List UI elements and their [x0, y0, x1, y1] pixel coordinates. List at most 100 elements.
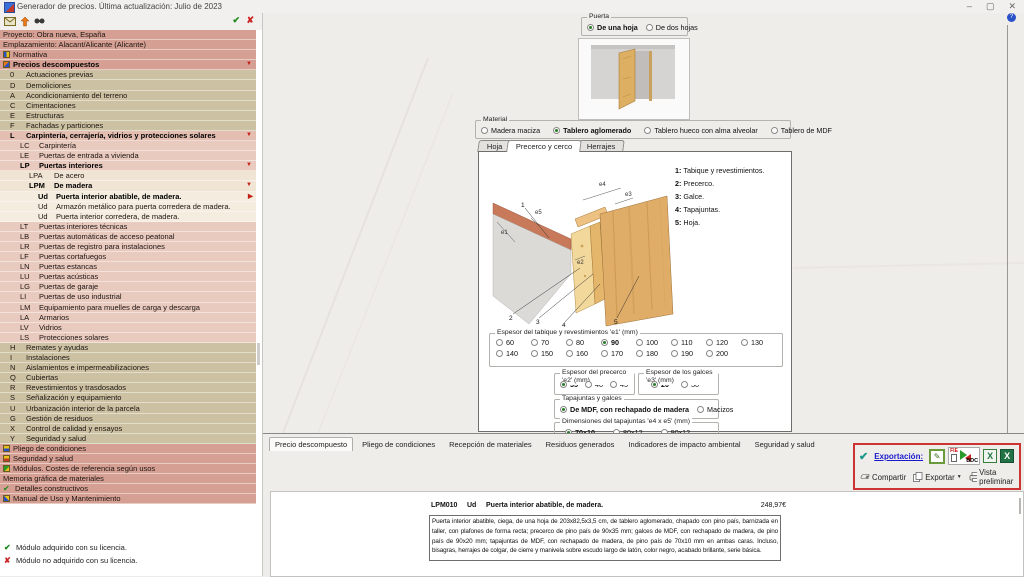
sidebar-item-instalaciones[interactable]: IInstalaciones — [0, 353, 256, 363]
sidebar-item-puertas-de-entrada-a-vivienda[interactable]: LEPuertas de entrada a vivienda — [0, 151, 256, 161]
radio-160[interactable]: 160 — [566, 349, 601, 358]
sidebar-item-proyecto-obra-nueva-espa-a[interactable]: Proyecto: Obra nueva, España — [0, 30, 256, 40]
radio-180[interactable]: 180 — [636, 349, 671, 358]
radio-170[interactable]: 170 — [601, 349, 636, 358]
radio-100[interactable]: 100 — [636, 338, 671, 347]
sidebar-item-puertas-interiores[interactable]: LPPuertas interiores▼ — [0, 161, 256, 171]
share-button[interactable]: Compartir — [859, 472, 906, 482]
sidebar-item-normativa[interactable]: Normativa — [0, 50, 256, 60]
import-icon[interactable] — [20, 17, 30, 27]
radio-de-una-hoja[interactable]: De una hoja — [587, 23, 638, 32]
tab-recepci-n-de-materiales[interactable]: Recepción de materiales — [444, 438, 537, 451]
radio-tablero-hueco-con-alma-alveolar[interactable]: Tablero hueco con alma alveolar — [644, 126, 757, 135]
help-icon[interactable]: ? — [1007, 13, 1016, 22]
tab-indicadores-de-impacto-ambiental[interactable]: Indicadores de impacto ambiental — [623, 438, 745, 451]
tab-residuos-generados[interactable]: Residuos generados — [541, 438, 620, 451]
exportacion-link[interactable]: Exportación: — [874, 452, 923, 461]
radio-130[interactable]: 130 — [741, 338, 776, 347]
sidebar-item-urbanizaci-n-interior-de-la-parc[interactable]: UUrbanización interior de la parcela — [0, 403, 256, 413]
sidebar-item-estructuras[interactable]: EEstructuras — [0, 111, 256, 121]
maximize-button[interactable]: ▢ — [986, 1, 995, 12]
sidebar-item-remates-y-ayudas[interactable]: HRemates y ayudas — [0, 343, 256, 353]
export-button[interactable]: Exportar▼ — [913, 472, 961, 482]
radio-150[interactable]: 150 — [531, 349, 566, 358]
radio-de-mdf-con-rechapado-de-madera[interactable]: De MDF, con rechapado de madera — [560, 405, 689, 414]
search-icon[interactable] — [34, 17, 45, 26]
sidebar-item-demoliciones[interactable]: DDemoliciones — [0, 80, 256, 90]
sidebar-item-acondicionamiento-del-terreno[interactable]: AAcondicionamiento del terreno — [0, 91, 256, 101]
radio-label: 100 — [646, 338, 658, 347]
item-label: Estructuras — [26, 111, 256, 120]
sidebar-item-puertas-de-registro-para-instala[interactable]: LRPuertas de registro para instalaciones — [0, 242, 256, 252]
sidebar-item-seguridad-y-salud[interactable]: YSeguridad y salud — [0, 434, 256, 444]
radio-70[interactable]: 70 — [531, 338, 566, 347]
mail-icon[interactable] — [4, 17, 16, 26]
radio-label: 80 — [576, 338, 584, 347]
fiebdc-export-icon[interactable]: FIE BDC — [948, 447, 980, 465]
sidebar-item-vidrios[interactable]: LVVidrios — [0, 323, 256, 333]
excel-export-icon[interactable]: X — [983, 449, 997, 463]
print-preview-button[interactable]: Vista preliminar — [969, 468, 1017, 486]
sidebar-item-detalles-constructivos[interactable]: ✔Detalles constructivos — [0, 484, 256, 494]
radio-110[interactable]: 110 — [671, 338, 706, 347]
sidebar-item-puertas-interiores-t-cnicas[interactable]: LTPuertas interiores técnicas — [0, 222, 256, 232]
sidebar-item-armaz-n-met-lico-para-puerta-cor[interactable]: UdArmazón metálico para puerta corredera… — [0, 202, 256, 212]
radio-label: 200 — [716, 349, 728, 358]
sidebar-item-puerta-interior-abatible-de-made[interactable]: UdPuerta interior abatible, de madera.▶ — [0, 192, 256, 202]
sidebar-item-armarios[interactable]: LAArmarios — [0, 313, 256, 323]
sidebar-item-puertas-autom-ticas-de-acceso-pe[interactable]: LBPuertas automáticas de acceso peatonal — [0, 232, 256, 242]
tab-precerco-y-cerco[interactable]: Precerco y cerco — [507, 140, 583, 152]
sidebar-item-protecciones-solares[interactable]: LSProtecciones solares — [0, 333, 256, 343]
radio-de-dos-hojas[interactable]: De dos hojas — [646, 23, 698, 32]
sidebar-item-cimentaciones[interactable]: CCimentaciones — [0, 101, 256, 111]
sidebar-item-control-de-calidad-y-ensayos[interactable]: XControl de calidad y ensayos — [0, 424, 256, 434]
close-button[interactable]: ✕ — [1008, 1, 1016, 12]
radio-tablero-de-mdf[interactable]: Tablero de MDF — [771, 126, 832, 135]
sidebar-item-aislamientos-e-impermeabilizacio[interactable]: NAislamientos e impermeabilizaciones — [0, 363, 256, 373]
document-scrollbar[interactable] — [1019, 498, 1021, 514]
tab-seguridad-y-salud[interactable]: Seguridad y salud — [750, 438, 820, 451]
sidebar-item-memoria-gr-fica-de-materiales[interactable]: Memoria gráfica de materiales — [0, 474, 256, 484]
sidebar-item-de-acero[interactable]: LPADe acero — [0, 171, 256, 181]
excel-file-icon[interactable]: X — [1000, 449, 1014, 463]
tab-pliego-de-condiciones[interactable]: Pliego de condiciones — [357, 438, 440, 451]
sidebar-item-puertas-de-uso-industrial[interactable]: LIPuertas de uso industrial — [0, 292, 256, 302]
sidebar-item-cubiertas[interactable]: QCubiertas — [0, 373, 256, 383]
sidebar-item-puertas-de-garaje[interactable]: LGPuertas de garaje — [0, 282, 256, 292]
radio-tablero-aglomerado[interactable]: Tablero aglomerado — [553, 126, 631, 135]
accept-icon[interactable]: ✔ — [232, 15, 240, 26]
sidebar-item-puertas-estancas[interactable]: LNPuertas estancas — [0, 262, 256, 272]
sidebar-item-fachadas-y-particiones[interactable]: FFachadas y particiones — [0, 121, 256, 131]
cancel-icon[interactable]: ✘ — [246, 15, 254, 26]
sidebar-scrollbar[interactable] — [257, 343, 260, 365]
radio-madera-maciza[interactable]: Madera maciza — [481, 126, 540, 135]
sidebar-item-seguridad-y-salud[interactable]: Seguridad y salud — [0, 454, 256, 464]
radio-190[interactable]: 190 — [671, 349, 706, 358]
radio-120[interactable]: 120 — [706, 338, 741, 347]
sidebar-item-emplazamiento-alacant-alicante-a[interactable]: Emplazamiento: Alacant/Alicante (Alicant… — [0, 40, 256, 50]
sidebar-item-pliego-de-condiciones[interactable]: Pliego de condiciones — [0, 444, 256, 454]
tab-precio-descompuesto[interactable]: Precio descompuesto — [269, 437, 353, 451]
minimize-button[interactable]: – — [967, 1, 972, 12]
sidebar-item-de-madera[interactable]: LPMDe madera▼ — [0, 181, 256, 191]
sidebar-item-m-dulos-costes-de-referencia-seg[interactable]: Módulos. Costes de referencia según usos — [0, 464, 256, 474]
radio-140[interactable]: 140 — [496, 349, 531, 358]
sidebar-item-se-alizaci-n-y-equipamiento[interactable]: SSeñalización y equipamiento — [0, 393, 256, 403]
radio-90[interactable]: 90 — [601, 338, 636, 347]
sidebar-item-precios-descompuestos[interactable]: Precios descompuestos▼ — [0, 60, 256, 70]
sidebar-item-equipamiento-para-muelles-de-car[interactable]: LMEquipamiento para muelles de carga y d… — [0, 303, 256, 313]
sidebar-item-puerta-interior-corredera-de-mad[interactable]: UdPuerta interior corredera, de madera. — [0, 212, 256, 222]
sidebar-item-actuaciones-previas[interactable]: 0Actuaciones previas — [0, 70, 256, 80]
sidebar-item-puertas-ac-sticas[interactable]: LUPuertas acústicas — [0, 272, 256, 282]
radio-80[interactable]: 80 — [566, 338, 601, 347]
radio-200[interactable]: 200 — [706, 349, 741, 358]
sidebar-item-carpinter-a[interactable]: LCCarpintería — [0, 141, 256, 151]
radio-60[interactable]: 60 — [496, 338, 531, 347]
sidebar-item-manual-de-uso-y-mantenimiento[interactable]: Manual de Uso y Mantenimiento — [0, 494, 256, 504]
generate-document-icon[interactable]: ✎ — [929, 449, 945, 464]
sidebar-item-puertas-cortafuegos[interactable]: LFPuertas cortafuegos — [0, 252, 256, 262]
sidebar-item-carpinter-a-cerrajer-a-vidrios-y[interactable]: LCarpintería, cerrajería, vidrios y prot… — [0, 131, 256, 141]
sidebar-item-gesti-n-de-residuos[interactable]: GGestión de residuos — [0, 414, 256, 424]
radio-macizos[interactable]: Macizos — [697, 405, 733, 414]
sidebar-item-revestimientos-y-trasdosados[interactable]: RRevestimientos y trasdosados — [0, 383, 256, 393]
